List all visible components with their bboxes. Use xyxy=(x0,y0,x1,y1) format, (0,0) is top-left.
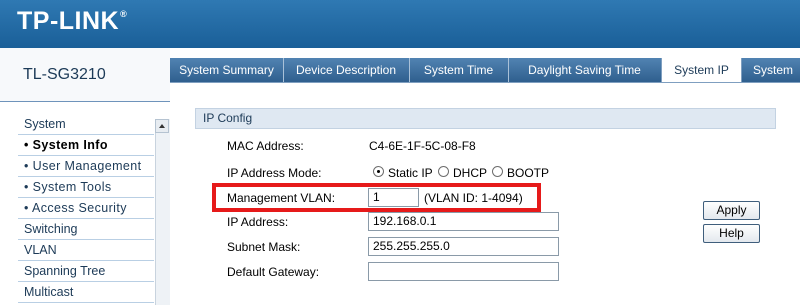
help-button[interactable]: Help xyxy=(703,224,760,243)
mac-address-value: C4-6E-1F-5C-08-F8 xyxy=(369,139,476,153)
bootp-radio[interactable] xyxy=(492,166,503,177)
sidebar-item-multicast[interactable]: Multicast xyxy=(18,282,154,303)
sidebar-item-spanning-tree[interactable]: Spanning Tree xyxy=(18,261,154,282)
sidebar-item-system-tools[interactable]: • System Tools xyxy=(18,177,154,198)
tab-device-description[interactable]: Device Description xyxy=(283,58,410,82)
sidebar-menu: System • System Info • User Management •… xyxy=(18,114,154,303)
sidebar-item-system[interactable]: System xyxy=(18,114,154,135)
brand-logo: TP-LINK® xyxy=(17,7,128,35)
ip-address-label: IP Address: xyxy=(227,215,289,229)
tab-bar: System Summary Device Description System… xyxy=(170,58,800,82)
sidebar-item-system-info[interactable]: • System Info xyxy=(18,135,154,156)
highlight-box xyxy=(212,183,541,212)
apply-button[interactable]: Apply xyxy=(703,201,760,220)
static-ip-radio[interactable] xyxy=(373,166,384,177)
tab-system[interactable]: System xyxy=(741,58,800,82)
tab-system-summary[interactable]: System Summary xyxy=(170,58,284,82)
sidebar-item-switching[interactable]: Switching xyxy=(18,219,154,240)
ip-mode-label: IP Address Mode: xyxy=(227,166,322,180)
subnet-mask-input[interactable]: 255.255.255.0 xyxy=(368,237,559,256)
tab-daylight-saving-time[interactable]: Daylight Saving Time xyxy=(508,58,662,82)
static-ip-label: Static IP xyxy=(388,166,433,180)
top-header: TP-LINK® xyxy=(0,0,800,48)
ip-config-title: IP Config xyxy=(203,111,253,125)
subnet-mask-label: Subnet Mask: xyxy=(227,240,301,254)
default-gateway-label: Default Gateway: xyxy=(227,265,320,279)
sidebar-item-user-management[interactable]: • User Management xyxy=(18,156,154,177)
bootp-label: BOOTP xyxy=(507,166,550,180)
tab-divider xyxy=(170,82,800,83)
ip-config-header xyxy=(195,108,776,129)
dhcp-radio[interactable] xyxy=(438,166,449,177)
device-model: TL-SG3210 xyxy=(23,66,106,83)
tab-system-ip[interactable]: System IP xyxy=(661,58,742,82)
mac-address-label: MAC Address: xyxy=(227,139,304,153)
dhcp-label: DHCP xyxy=(453,166,488,180)
scroll-up-arrow-icon[interactable] xyxy=(155,119,169,133)
ip-address-input[interactable]: 192.168.0.1 xyxy=(368,212,559,231)
sidebar-item-access-security[interactable]: • Access Security xyxy=(18,198,154,219)
sidebar-scrollbar[interactable] xyxy=(155,119,170,305)
tab-system-time[interactable]: System Time xyxy=(409,58,509,82)
default-gateway-input[interactable] xyxy=(368,262,559,281)
sidebar-item-vlan[interactable]: VLAN xyxy=(18,240,154,261)
